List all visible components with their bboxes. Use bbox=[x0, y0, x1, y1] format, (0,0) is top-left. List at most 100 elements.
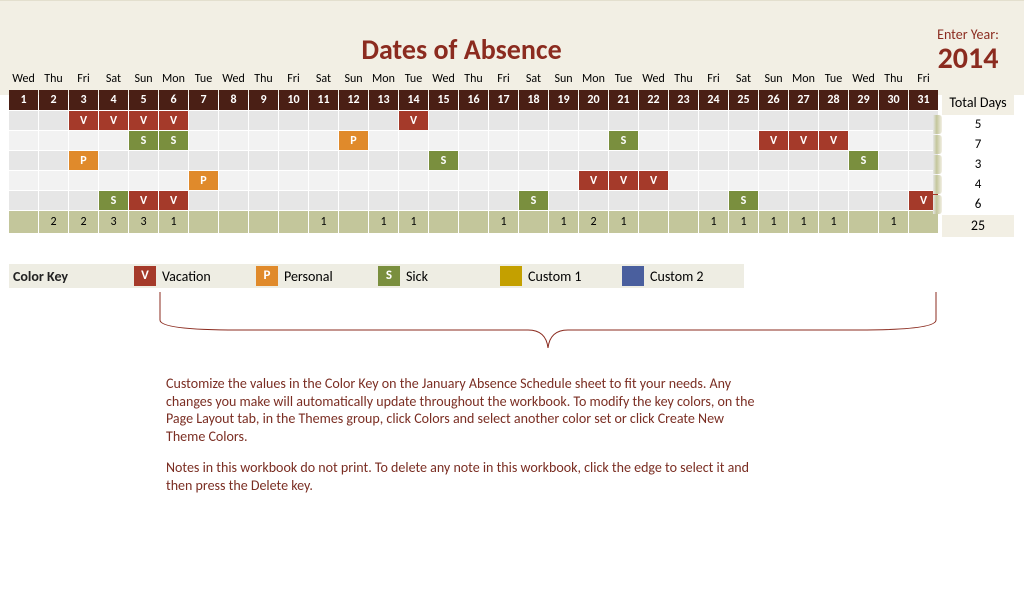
absence-cell[interactable]: V bbox=[159, 111, 188, 130]
absence-cell[interactable] bbox=[9, 111, 38, 130]
absence-cell[interactable] bbox=[219, 151, 248, 170]
absence-cell[interactable] bbox=[699, 131, 728, 150]
absence-cell[interactable] bbox=[39, 111, 68, 130]
absence-cell[interactable] bbox=[369, 111, 398, 130]
absence-cell[interactable] bbox=[279, 131, 308, 150]
absence-cell[interactable]: S bbox=[99, 191, 128, 210]
absence-cell[interactable] bbox=[99, 151, 128, 170]
absence-cell[interactable] bbox=[549, 171, 578, 190]
absence-cell[interactable] bbox=[759, 151, 788, 170]
absence-cell[interactable] bbox=[879, 111, 908, 130]
absence-cell[interactable] bbox=[579, 111, 608, 130]
absence-cell[interactable] bbox=[39, 131, 68, 150]
absence-cell[interactable]: S bbox=[519, 191, 548, 210]
absence-cell[interactable] bbox=[549, 111, 578, 130]
absence-cell[interactable] bbox=[669, 191, 698, 210]
absence-cell[interactable] bbox=[879, 131, 908, 150]
absence-cell[interactable] bbox=[249, 111, 278, 130]
absence-cell[interactable]: S bbox=[609, 131, 638, 150]
absence-cell[interactable] bbox=[159, 151, 188, 170]
absence-cell[interactable] bbox=[279, 111, 308, 130]
absence-cell[interactable] bbox=[519, 151, 548, 170]
absence-cell[interactable]: V bbox=[789, 131, 818, 150]
absence-cell[interactable] bbox=[399, 131, 428, 150]
absence-cell[interactable] bbox=[789, 151, 818, 170]
absence-cell[interactable] bbox=[249, 131, 278, 150]
absence-cell[interactable] bbox=[69, 171, 98, 190]
absence-cell[interactable]: V bbox=[69, 111, 98, 130]
absence-cell[interactable]: V bbox=[99, 111, 128, 130]
absence-cell[interactable] bbox=[519, 171, 548, 190]
absence-cell[interactable] bbox=[579, 151, 608, 170]
absence-cell[interactable] bbox=[219, 111, 248, 130]
absence-cell[interactable] bbox=[459, 171, 488, 190]
absence-cell[interactable] bbox=[489, 111, 518, 130]
absence-cell[interactable] bbox=[819, 191, 848, 210]
absence-cell[interactable] bbox=[309, 111, 338, 130]
absence-cell[interactable] bbox=[369, 151, 398, 170]
absence-cell[interactable] bbox=[519, 131, 548, 150]
absence-cell[interactable] bbox=[189, 111, 218, 130]
absence-cell[interactable] bbox=[669, 111, 698, 130]
absence-cell[interactable] bbox=[459, 111, 488, 130]
absence-cell[interactable] bbox=[459, 131, 488, 150]
absence-cell[interactable] bbox=[339, 171, 368, 190]
absence-cell[interactable] bbox=[549, 191, 578, 210]
absence-cell[interactable]: S bbox=[429, 151, 458, 170]
absence-cell[interactable] bbox=[579, 191, 608, 210]
absence-cell[interactable] bbox=[849, 191, 878, 210]
absence-cell[interactable] bbox=[489, 151, 518, 170]
absence-cell[interactable] bbox=[9, 151, 38, 170]
absence-cell[interactable] bbox=[429, 191, 458, 210]
absence-cell[interactable] bbox=[309, 151, 338, 170]
absence-cell[interactable] bbox=[399, 151, 428, 170]
absence-cell[interactable] bbox=[39, 171, 68, 190]
absence-cell[interactable] bbox=[429, 111, 458, 130]
absence-cell[interactable]: V bbox=[159, 191, 188, 210]
absence-cell[interactable]: P bbox=[189, 171, 218, 190]
absence-cell[interactable] bbox=[699, 191, 728, 210]
absence-cell[interactable] bbox=[39, 191, 68, 210]
absence-cell[interactable] bbox=[339, 191, 368, 210]
absence-cell[interactable]: V bbox=[399, 111, 428, 130]
absence-cell[interactable] bbox=[189, 151, 218, 170]
absence-cell[interactable] bbox=[609, 111, 638, 130]
absence-cell[interactable] bbox=[729, 131, 758, 150]
absence-cell[interactable]: P bbox=[339, 131, 368, 150]
absence-cell[interactable] bbox=[699, 111, 728, 130]
absence-cell[interactable] bbox=[699, 151, 728, 170]
absence-cell[interactable] bbox=[9, 171, 38, 190]
absence-cell[interactable] bbox=[249, 191, 278, 210]
absence-cell[interactable] bbox=[189, 131, 218, 150]
absence-cell[interactable] bbox=[459, 191, 488, 210]
absence-cell[interactable] bbox=[669, 131, 698, 150]
absence-cell[interactable]: S bbox=[159, 131, 188, 150]
absence-cell[interactable] bbox=[879, 151, 908, 170]
absence-cell[interactable] bbox=[579, 131, 608, 150]
absence-cell[interactable] bbox=[159, 171, 188, 190]
absence-cell[interactable] bbox=[279, 151, 308, 170]
absence-cell[interactable]: S bbox=[729, 191, 758, 210]
absence-cell[interactable]: V bbox=[639, 171, 668, 190]
absence-cell[interactable]: S bbox=[849, 151, 878, 170]
absence-cell[interactable] bbox=[519, 111, 548, 130]
absence-cell[interactable] bbox=[639, 131, 668, 150]
absence-cell[interactable] bbox=[819, 171, 848, 190]
absence-cell[interactable] bbox=[429, 131, 458, 150]
absence-cell[interactable] bbox=[609, 191, 638, 210]
absence-cell[interactable] bbox=[669, 151, 698, 170]
absence-cell[interactable] bbox=[339, 111, 368, 130]
absence-cell[interactable] bbox=[639, 111, 668, 130]
absence-cell[interactable] bbox=[369, 191, 398, 210]
absence-cell[interactable] bbox=[399, 171, 428, 190]
absence-cell[interactable] bbox=[609, 151, 638, 170]
absence-cell[interactable] bbox=[879, 191, 908, 210]
absence-cell[interactable] bbox=[849, 111, 878, 130]
absence-cell[interactable] bbox=[369, 171, 398, 190]
absence-cell[interactable] bbox=[309, 171, 338, 190]
absence-cell[interactable] bbox=[99, 131, 128, 150]
absence-cell[interactable] bbox=[9, 131, 38, 150]
absence-cell[interactable] bbox=[489, 171, 518, 190]
absence-cell[interactable] bbox=[219, 191, 248, 210]
absence-cell[interactable] bbox=[639, 151, 668, 170]
